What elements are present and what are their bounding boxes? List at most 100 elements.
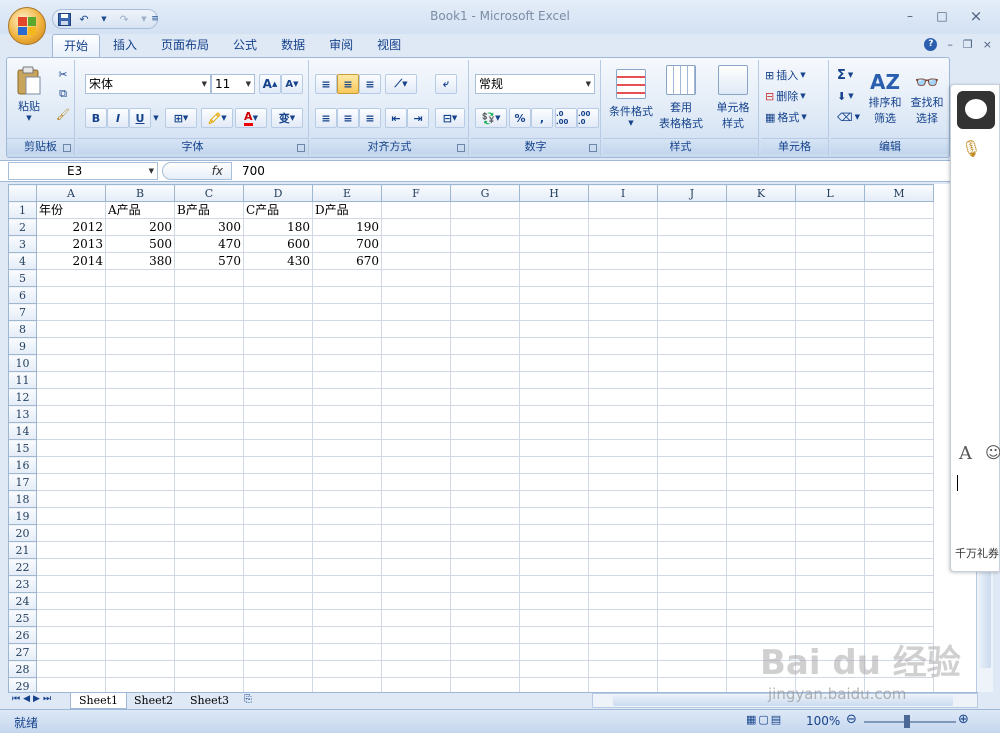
cell-k16[interactable] xyxy=(726,456,796,474)
cell-h15[interactable] xyxy=(519,439,589,457)
comma-style-button[interactable]: , xyxy=(531,108,553,128)
cell-d29[interactable] xyxy=(243,677,313,692)
cell-a10[interactable] xyxy=(36,354,106,372)
cell-j27[interactable] xyxy=(657,643,727,661)
align-right-button[interactable]: ≡ xyxy=(359,108,381,128)
cell-j15[interactable] xyxy=(657,439,727,457)
cell-j21[interactable] xyxy=(657,541,727,559)
tab-formulas[interactable]: 公式 xyxy=(222,34,268,57)
column-header-h[interactable]: H xyxy=(519,184,589,202)
cell-a5[interactable] xyxy=(36,269,106,287)
cell-j20[interactable] xyxy=(657,524,727,542)
sheet-tab-sheet2[interactable]: Sheet2 xyxy=(126,693,181,709)
cell-l1[interactable] xyxy=(795,201,865,219)
cell-h25[interactable] xyxy=(519,609,589,627)
cell-d14[interactable] xyxy=(243,422,313,440)
cell-c16[interactable] xyxy=(174,456,244,474)
cell-c3[interactable]: 470 xyxy=(174,235,244,253)
cell-b15[interactable] xyxy=(105,439,175,457)
cell-l9[interactable] xyxy=(795,337,865,355)
cell-k24[interactable] xyxy=(726,592,796,610)
cell-e11[interactable] xyxy=(312,371,382,389)
zoom-level[interactable]: 100% xyxy=(806,714,840,728)
cell-h6[interactable] xyxy=(519,286,589,304)
row-header[interactable]: 4 xyxy=(8,252,37,270)
cell-a26[interactable] xyxy=(36,626,106,644)
cell-a17[interactable] xyxy=(36,473,106,491)
cell-c19[interactable] xyxy=(174,507,244,525)
row-header[interactable]: 15 xyxy=(8,439,37,457)
cell-i13[interactable] xyxy=(588,405,658,423)
cell-d1[interactable]: C产品 xyxy=(243,201,313,219)
cell-g23[interactable] xyxy=(450,575,520,593)
cell-d18[interactable] xyxy=(243,490,313,508)
decrease-indent-button[interactable]: ⇤ xyxy=(385,108,407,128)
cell-e15[interactable] xyxy=(312,439,382,457)
cell-d19[interactable] xyxy=(243,507,313,525)
tab-view[interactable]: 视图 xyxy=(366,34,412,57)
borders-button[interactable]: ⊞ ▼ xyxy=(165,108,197,128)
cell-m20[interactable] xyxy=(864,524,934,542)
cell-l16[interactable] xyxy=(795,456,865,474)
cell-l17[interactable] xyxy=(795,473,865,491)
cell-a29[interactable] xyxy=(36,677,106,692)
find-select-button[interactable]: 👓 查找和 选择 xyxy=(907,64,947,132)
cell-i27[interactable] xyxy=(588,643,658,661)
cell-a21[interactable] xyxy=(36,541,106,559)
cell-d11[interactable] xyxy=(243,371,313,389)
cell-b8[interactable] xyxy=(105,320,175,338)
cell-b2[interactable]: 200 xyxy=(105,218,175,236)
cell-i5[interactable] xyxy=(588,269,658,287)
cell-c12[interactable] xyxy=(174,388,244,406)
cell-a1[interactable]: 年份 xyxy=(36,201,106,219)
zoom-slider[interactable] xyxy=(864,721,956,723)
cell-l11[interactable] xyxy=(795,371,865,389)
cell-g20[interactable] xyxy=(450,524,520,542)
cell-k17[interactable] xyxy=(726,473,796,491)
cell-l7[interactable] xyxy=(795,303,865,321)
cell-m22[interactable] xyxy=(864,558,934,576)
decrease-decimal-button[interactable]: .00 .0 xyxy=(577,108,599,128)
cell-b16[interactable] xyxy=(105,456,175,474)
fill-color-button[interactable]: 🖍 ▼ xyxy=(201,108,233,128)
workbook-restore-icon[interactable]: ❐ xyxy=(963,38,973,51)
cell-d9[interactable] xyxy=(243,337,313,355)
cell-j17[interactable] xyxy=(657,473,727,491)
cell-d21[interactable] xyxy=(243,541,313,559)
cell-k9[interactable] xyxy=(726,337,796,355)
cell-h8[interactable] xyxy=(519,320,589,338)
cell-l13[interactable] xyxy=(795,405,865,423)
cell-f24[interactable] xyxy=(381,592,451,610)
cell-l2[interactable] xyxy=(795,218,865,236)
align-left-button[interactable]: ≡ xyxy=(315,108,337,128)
cell-b29[interactable] xyxy=(105,677,175,692)
cell-a16[interactable] xyxy=(36,456,106,474)
dialog-launcher-icon[interactable] xyxy=(589,144,597,152)
cell-k19[interactable] xyxy=(726,507,796,525)
cell-j14[interactable] xyxy=(657,422,727,440)
cell-e20[interactable] xyxy=(312,524,382,542)
cell-a12[interactable] xyxy=(36,388,106,406)
shrink-font-button[interactable]: A ▼ xyxy=(281,74,303,94)
cell-f17[interactable] xyxy=(381,473,451,491)
cell-h12[interactable] xyxy=(519,388,589,406)
cell-f15[interactable] xyxy=(381,439,451,457)
increase-indent-button[interactable]: ⇥ xyxy=(407,108,429,128)
cell-b25[interactable] xyxy=(105,609,175,627)
worksheet-grid[interactable]: ABCDEFGHIJKLM 1 年份 A产品 B产品 C产品 D产品 2 2012 200 300… xyxy=(8,184,976,692)
row-header[interactable]: 21 xyxy=(8,541,37,559)
chevron-down-icon[interactable]: ▼ xyxy=(151,108,161,128)
cell-i12[interactable] xyxy=(588,388,658,406)
cell-m15[interactable] xyxy=(864,439,934,457)
cell-h17[interactable] xyxy=(519,473,589,491)
cell-c4[interactable]: 570 xyxy=(174,252,244,270)
cell-h9[interactable] xyxy=(519,337,589,355)
accounting-format-button[interactable]: 💱 ▼ xyxy=(475,108,507,128)
cell-l26[interactable] xyxy=(795,626,865,644)
cell-c7[interactable] xyxy=(174,303,244,321)
cell-m14[interactable] xyxy=(864,422,934,440)
column-header-i[interactable]: I xyxy=(588,184,658,202)
cell-e23[interactable] xyxy=(312,575,382,593)
cell-m29[interactable] xyxy=(864,677,934,692)
cell-g16[interactable] xyxy=(450,456,520,474)
